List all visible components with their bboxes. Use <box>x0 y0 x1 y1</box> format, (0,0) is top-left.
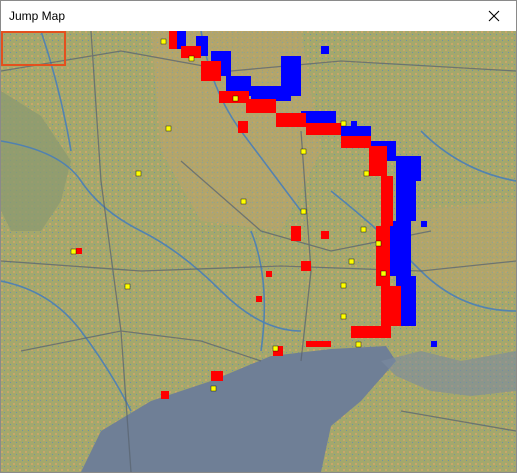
jump-map-canvas[interactable] <box>1 31 516 472</box>
close-x-icon <box>488 10 500 22</box>
window-title: Jump Map <box>9 9 66 23</box>
close-button[interactable] <box>472 1 516 31</box>
terrain-warm-zone-east <box>401 201 516 291</box>
title-bar[interactable]: Jump Map <box>1 1 516 31</box>
jump-map-window: Jump Map <box>0 0 517 473</box>
